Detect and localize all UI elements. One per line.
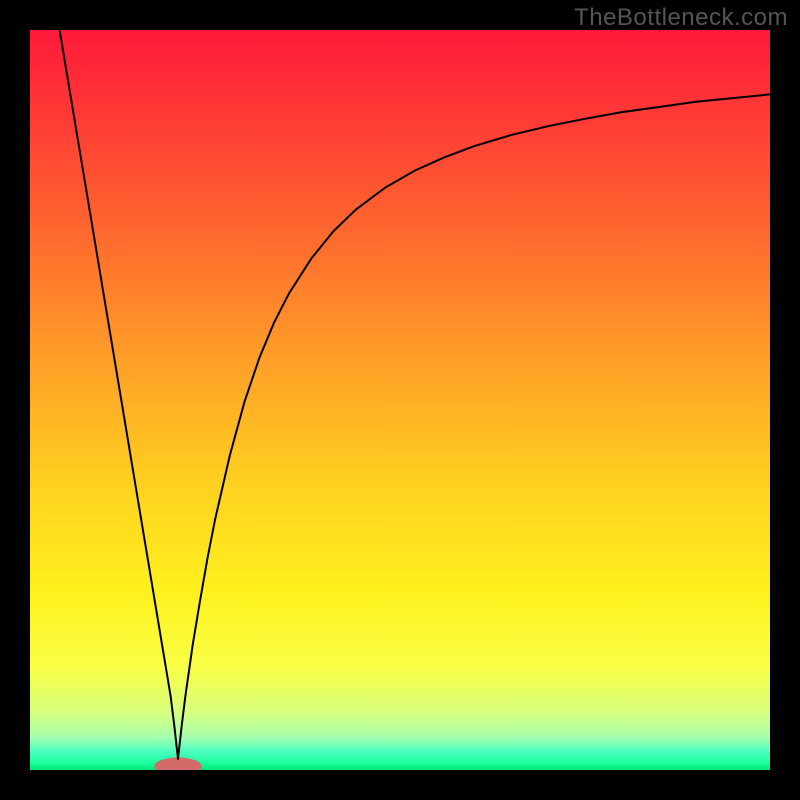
chart-frame: TheBottleneck.com [0,0,800,800]
plot-area [30,30,770,770]
watermark-text: TheBottleneck.com [574,4,788,32]
chart-svg [30,30,770,770]
gradient-background [30,30,770,770]
